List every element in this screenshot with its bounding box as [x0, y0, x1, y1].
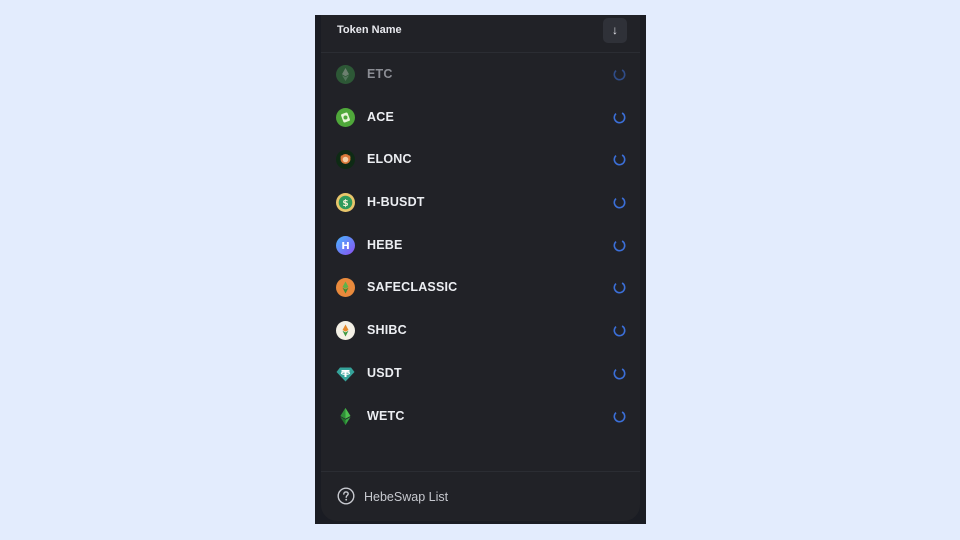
token-symbol: ETC — [367, 67, 393, 81]
etc-logo-icon — [336, 65, 355, 84]
sort-button[interactable]: ↓ — [603, 18, 627, 43]
loading-spinner-icon — [613, 410, 626, 423]
svg-text:$: $ — [342, 199, 348, 209]
token-row-ace[interactable]: ACE — [321, 96, 640, 139]
wetc-logo-icon — [336, 407, 355, 426]
token-row-safeclassic[interactable]: SAFECLASSIC — [321, 266, 640, 309]
safeclassic-logo-icon — [336, 278, 355, 298]
token-row-h-busdt[interactable]: $ H-BUSDT — [321, 181, 640, 224]
token-list-panel: Token Name ↓ ETC ACE ELONC $ H-BUSDT H H… — [321, 15, 640, 521]
loading-spinner-icon — [613, 367, 626, 380]
token-list-window: Token Name ↓ ETC ACE ELONC $ H-BUSDT H H… — [315, 15, 646, 524]
loading-spinner-icon — [613, 153, 626, 166]
ace-logo-icon — [336, 107, 355, 127]
list-header: Token Name ↓ — [321, 15, 640, 53]
token-row-etc[interactable]: ETC — [321, 53, 640, 96]
token-symbol: ACE — [367, 109, 394, 124]
token-list-source[interactable]: HebeSwap List — [321, 471, 640, 522]
token-symbol: SAFECLASSIC — [367, 280, 458, 295]
token-row-elonc[interactable]: ELONC — [321, 138, 640, 181]
token-symbol: HEBE — [367, 237, 403, 252]
question-circle-icon — [337, 487, 355, 505]
token-symbol: WETC — [367, 408, 405, 423]
loading-spinner-icon — [613, 68, 626, 81]
loading-spinner-icon — [613, 196, 626, 209]
token-symbol: H-BUSDT — [367, 195, 425, 210]
elonc-logo-icon — [336, 150, 355, 170]
token-symbol: ELONC — [367, 152, 412, 167]
loading-spinner-icon — [613, 281, 626, 294]
arrow-down-icon: ↓ — [612, 23, 618, 37]
column-title: Token Name — [337, 24, 402, 36]
loading-spinner-icon — [613, 111, 626, 124]
token-list-name: HebeSwap List — [364, 490, 449, 504]
usdt-logo-icon — [336, 364, 355, 383]
token-row-hebe[interactable]: H HEBE — [321, 224, 640, 267]
token-row-wetc[interactable]: WETC — [321, 395, 640, 438]
token-row-shibc[interactable]: SHIBC — [321, 309, 640, 352]
token-list: ETC ACE ELONC $ H-BUSDT H HEBE SAFECLASS… — [321, 53, 640, 437]
token-symbol: SHIBC — [367, 323, 407, 338]
loading-spinner-icon — [613, 324, 626, 337]
svg-text:H: H — [341, 241, 349, 252]
loading-spinner-icon — [613, 239, 626, 252]
shibc-logo-icon — [336, 321, 355, 341]
token-symbol: USDT — [367, 365, 402, 380]
h-busdt-logo-icon: $ — [336, 193, 355, 213]
hebe-logo-icon: H — [336, 235, 355, 255]
token-row-usdt[interactable]: USDT — [321, 352, 640, 395]
